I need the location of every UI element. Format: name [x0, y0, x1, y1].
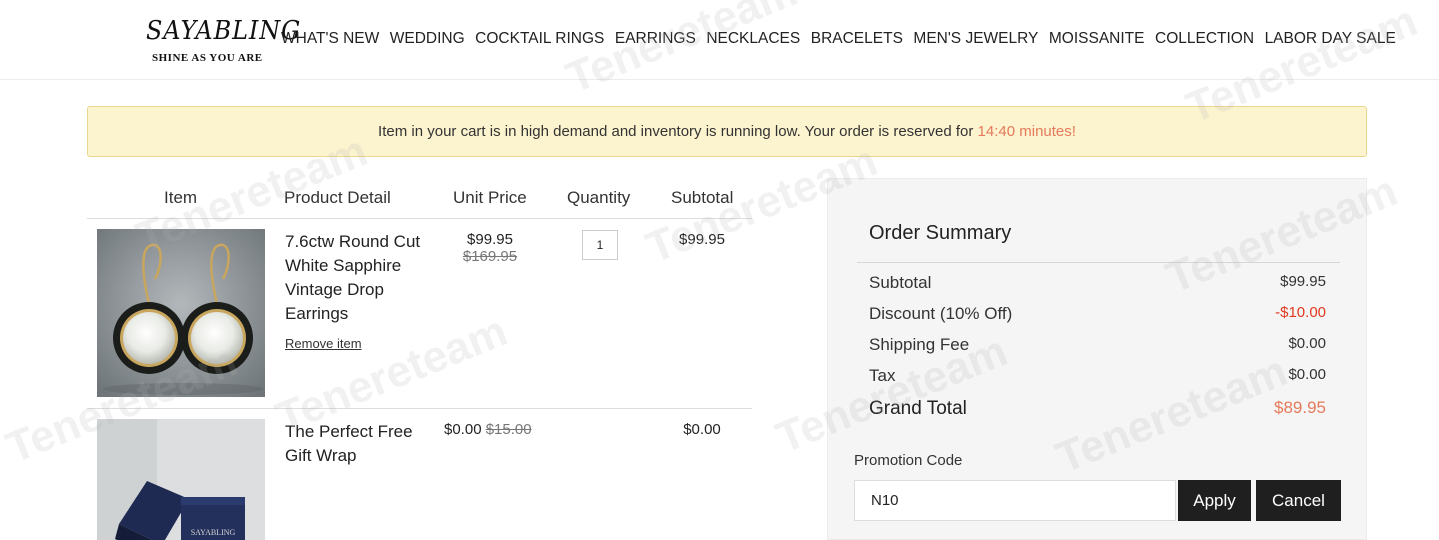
cancel-button[interactable]: Cancel — [1256, 480, 1341, 521]
summary-tax-row: Tax $0.00 — [869, 366, 1326, 390]
promotion-code-input[interactable]: N10 — [854, 480, 1176, 521]
site-header: SAYABLING SHINE AS YOU ARE WHAT'S NEW WE… — [0, 0, 1439, 80]
promotion-code-label: Promotion Code — [854, 452, 963, 469]
shipping-label: Shipping Fee — [869, 335, 970, 354]
col-subtotal: Subtotal — [671, 188, 734, 207]
cart-row: SAYABLING The Perfect Free Gift Wrap $0.… — [87, 409, 752, 540]
line-subtotal: $0.00 — [683, 421, 721, 438]
discount-label: Discount (10% Off) — [869, 304, 1013, 323]
nav-mens-jewelry[interactable]: MEN'S JEWELRY — [913, 30, 1038, 48]
subtotal-value: $99.95 — [1280, 273, 1326, 290]
tax-value: $0.00 — [1288, 366, 1326, 383]
nav-labor-day-sale[interactable]: LABOR DAY SALE — [1265, 30, 1396, 48]
discount-value: -$10.00 — [1275, 304, 1326, 321]
gift-wrap-image[interactable]: SAYABLING — [97, 419, 265, 540]
earrings-product-image[interactable] — [97, 229, 265, 397]
tax-label: Tax — [869, 366, 896, 385]
original-price: $15.00 — [485, 421, 532, 438]
nav-collection[interactable]: COLLECTION — [1155, 30, 1254, 48]
nav-moissanite[interactable]: MOISSANITE — [1049, 30, 1145, 48]
subtotal-label: Subtotal — [869, 273, 932, 292]
order-summary-panel: Order Summary Subtotal $99.95 Discount (… — [827, 178, 1367, 540]
grand-total-value: $89.95 — [1274, 398, 1326, 417]
notice-text: Item in your cart is in high demand and … — [378, 123, 978, 140]
col-unit-price: Unit Price — [453, 188, 527, 207]
nav-cocktail-rings[interactable]: COCKTAIL RINGS — [475, 30, 604, 48]
apply-button[interactable]: Apply — [1178, 480, 1251, 521]
low-inventory-notice: Item in your cart is in high demand and … — [87, 106, 1367, 157]
summary-grand-total-row: Grand Total $89.95 — [869, 398, 1326, 422]
main-nav: WHAT'S NEW WEDDING COCKTAIL RINGS EARRIN… — [281, 30, 1406, 48]
summary-shipping-row: Shipping Fee $0.00 — [869, 335, 1326, 359]
cart-row: 7.6ctw Round Cut White Sapphire Vintage … — [87, 219, 752, 409]
sale-price: $99.95 — [467, 231, 513, 248]
remove-item-link[interactable]: Remove item — [285, 336, 362, 351]
quantity-input[interactable]: 1 — [582, 230, 618, 260]
logo-wordmark: SAYABLING — [146, 16, 302, 46]
summary-subtotal-row: Subtotal $99.95 — [869, 273, 1326, 297]
summary-discount-row: Discount (10% Off) -$10.00 — [869, 304, 1326, 328]
cart-header-row: Item Product Detail Unit Price Quantity … — [87, 178, 752, 219]
logo-tagline: SHINE AS YOU ARE — [152, 52, 263, 64]
nav-earrings[interactable]: EARRINGS — [615, 30, 696, 48]
nav-necklaces[interactable]: NECKLACES — [706, 30, 800, 48]
col-quantity: Quantity — [567, 188, 631, 207]
shipping-value: $0.00 — [1288, 335, 1326, 352]
product-name[interactable]: 7.6ctw Round Cut White Sapphire Vintage … — [285, 230, 435, 326]
grand-total-label: Grand Total — [869, 398, 967, 419]
nav-bracelets[interactable]: BRACELETS — [811, 30, 903, 48]
nav-whats-new[interactable]: WHAT'S NEW — [281, 30, 379, 48]
sale-price: $0.00 — [444, 421, 482, 438]
col-item: Item — [164, 188, 198, 207]
original-price: $169.95 — [462, 248, 518, 265]
unit-price: $99.95 $169.95 — [459, 231, 521, 265]
product-name[interactable]: The Perfect Free Gift Wrap — [285, 420, 435, 468]
col-product-detail: Product Detail — [284, 188, 391, 207]
cart-table: Item Product Detail Unit Price Quantity … — [87, 178, 752, 540]
nav-wedding[interactable]: WEDDING — [390, 30, 465, 48]
line-subtotal: $99.95 — [679, 231, 725, 248]
order-summary-title: Order Summary — [869, 222, 1012, 244]
brand-logo[interactable]: SAYABLING SHINE AS YOU ARE — [146, 16, 300, 66]
gift-box-text: SAYABLING — [191, 528, 236, 537]
reservation-timer: 14:40 minutes! — [977, 123, 1076, 140]
unit-price: $0.00 $15.00 — [444, 421, 544, 438]
summary-divider — [857, 262, 1340, 263]
